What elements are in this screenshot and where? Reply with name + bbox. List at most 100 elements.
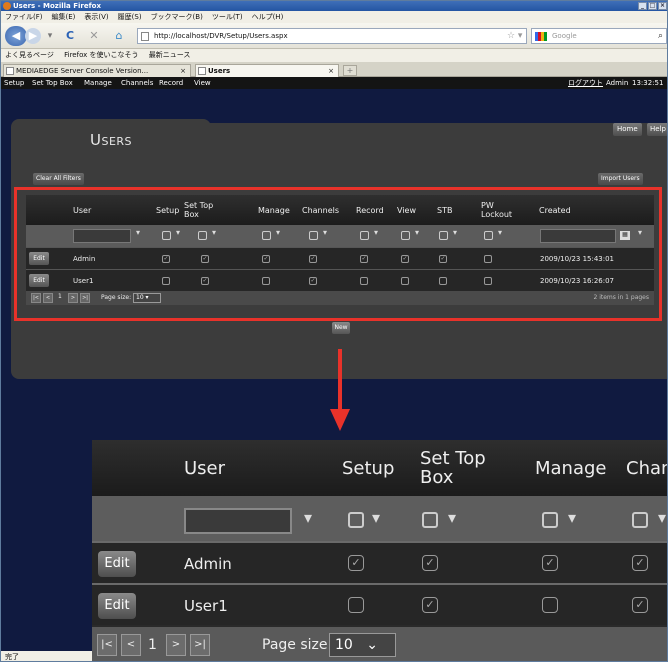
- tab-close-icon[interactable]: ×: [328, 65, 334, 77]
- nav-setup[interactable]: Setup: [4, 77, 24, 89]
- bookmark-item[interactable]: Firefox を使いこなそう: [64, 51, 138, 59]
- close-button[interactable]: ×: [658, 2, 667, 10]
- zoomed-grid-detail: User Setup Set Top Box Manage Channels ▾…: [92, 440, 668, 661]
- bookmark-star-icon[interactable]: ☆ ▾: [507, 28, 522, 44]
- col-manage: Manage: [535, 457, 607, 479]
- menu-history[interactable]: 履歴(S): [118, 11, 142, 23]
- reload-icon[interactable]: C: [63, 28, 77, 44]
- menu-file[interactable]: ファイル(F): [5, 11, 43, 23]
- first-page-icon: |<: [97, 634, 117, 656]
- filter-icon: ▾: [448, 508, 457, 527]
- bookmark-item[interactable]: よく見るページ: [5, 51, 54, 59]
- new-button[interactable]: New: [332, 322, 350, 334]
- tab-users[interactable]: Users ×: [195, 64, 339, 77]
- manage-checkbox: ✓: [542, 555, 558, 571]
- clock: 13:32:51: [632, 79, 664, 87]
- navigation-toolbar: ◀ ▶ ▾ C ✕ ⌂ http://localhost/DVR/Setup/U…: [1, 23, 667, 49]
- nav-record[interactable]: Record: [159, 77, 183, 89]
- menu-help[interactable]: ヘルプ(H): [252, 11, 284, 23]
- search-icon[interactable]: ⌕: [658, 29, 663, 43]
- clear-all-filters-button[interactable]: Clear All Filters: [33, 173, 84, 185]
- callout-arrow: [338, 349, 342, 411]
- set-top-box-checkbox: ✓: [422, 555, 438, 571]
- help-button[interactable]: Help: [647, 123, 667, 136]
- setup-checkbox: [348, 597, 364, 613]
- filter-icon: ▾: [304, 508, 313, 527]
- home-icon[interactable]: ⌂: [111, 28, 127, 44]
- col-set-top-box: Set Top Box: [420, 448, 486, 488]
- nav-view[interactable]: View: [194, 77, 211, 89]
- dropdown-chevron-icon[interactable]: ▾: [45, 28, 55, 44]
- arrow-down-icon: [330, 409, 350, 431]
- filter-icon: ▾: [372, 508, 381, 527]
- filter-row: ▾ ▾ ▾ ▾ ▾: [92, 496, 667, 543]
- highlight-box: [14, 187, 662, 321]
- tab-label: Users: [208, 67, 231, 75]
- menu-tools[interactable]: ツール(T): [212, 11, 243, 23]
- last-page-icon: >|: [190, 634, 210, 656]
- next-page-icon: >: [166, 634, 186, 656]
- status-bar: 完了: [1, 651, 92, 661]
- setup-filter-checkbox: [348, 512, 364, 528]
- window-title: Users - Mozilla Firefox: [13, 2, 101, 10]
- stop-icon[interactable]: ✕: [87, 28, 101, 44]
- bookmark-item[interactable]: 最新ニュース: [149, 51, 191, 59]
- stb-filter-checkbox: [422, 512, 438, 528]
- page-size-label: Page size:: [262, 637, 333, 653]
- google-icon: [535, 32, 547, 41]
- nav-set-top-box[interactable]: Set Top Box: [32, 77, 73, 89]
- page-number: 1: [148, 637, 157, 653]
- menu-bookmarks[interactable]: ブックマーク(B): [151, 11, 203, 23]
- page-icon: [6, 67, 14, 75]
- col-channels: Channels: [626, 457, 668, 479]
- maximize-button[interactable]: □: [648, 2, 657, 10]
- nav-channels[interactable]: Channels: [121, 77, 153, 89]
- channels-checkbox: ✓: [632, 597, 648, 613]
- menu-edit[interactable]: 編集(E): [52, 11, 76, 23]
- user-cell: User1: [184, 597, 228, 615]
- chevron-down-icon: ⌄: [366, 637, 378, 653]
- tab-bar: MEDIAEDGE Server Console Version... × Us…: [1, 62, 667, 77]
- filter-icon: ▾: [658, 508, 667, 527]
- table-row: Edit Admin ✓ ✓ ✓ ✓: [92, 541, 667, 583]
- set-top-box-checkbox: ✓: [422, 597, 438, 613]
- edit-button: Edit: [98, 551, 136, 577]
- bookmarks-toolbar: よく見るページ Firefox を使いこなそう 最新ニュース: [1, 49, 667, 62]
- channels-filter-checkbox: [632, 512, 648, 528]
- col-setup: Setup: [342, 457, 395, 479]
- edit-button: Edit: [98, 593, 136, 619]
- status-text: 完了: [5, 653, 19, 661]
- setup-checkbox: ✓: [348, 555, 364, 571]
- nav-manage[interactable]: Manage: [84, 77, 112, 89]
- tab-mediaedge[interactable]: MEDIAEDGE Server Console Version... ×: [3, 64, 191, 77]
- user-cell: Admin: [184, 555, 232, 573]
- current-user: Admin: [606, 79, 629, 87]
- logout-link[interactable]: ログアウト: [568, 77, 603, 89]
- firefox-icon: [3, 2, 11, 10]
- browser-window: Users - Mozilla Firefox _ □ × ファイル(F) 編集…: [0, 0, 668, 662]
- search-input[interactable]: Google ⌕: [531, 28, 667, 44]
- title-bar: Users - Mozilla Firefox _ □ ×: [1, 1, 667, 11]
- address-bar[interactable]: http://localhost/DVR/Setup/Users.aspx: [137, 28, 527, 44]
- page-size-value: 10: [335, 637, 353, 653]
- forward-arrow-icon[interactable]: ▶: [25, 28, 41, 44]
- manage-filter-checkbox: [542, 512, 558, 528]
- page-icon: [198, 67, 206, 75]
- tab-label: MEDIAEDGE Server Console Version...: [16, 67, 149, 75]
- menu-bar: ファイル(F) 編集(E) 表示(V) 履歴(S) ブックマーク(B) ツール(…: [1, 11, 667, 23]
- filter-icon: ▾: [568, 508, 577, 527]
- home-button[interactable]: Home: [613, 123, 642, 136]
- col-user: User: [184, 457, 226, 479]
- table-row: Edit User1 ✓ ✓: [92, 583, 667, 625]
- tab-close-icon[interactable]: ×: [180, 65, 186, 77]
- new-tab-icon[interactable]: +: [343, 65, 357, 76]
- app-nav-bar: Setup Set Top Box Manage Channels Record…: [1, 77, 667, 89]
- import-users-button[interactable]: Import Users: [598, 173, 643, 185]
- page-icon: [141, 32, 149, 41]
- pager: |< < 1 > >| Page size: 10 ⌄: [92, 627, 667, 661]
- menu-view[interactable]: 表示(V): [84, 11, 108, 23]
- minimize-button[interactable]: _: [638, 2, 647, 10]
- back-arrow-icon[interactable]: ◀: [5, 26, 27, 46]
- page-title: Users: [90, 131, 133, 149]
- url-text: http://localhost/DVR/Setup/Users.aspx: [154, 32, 288, 40]
